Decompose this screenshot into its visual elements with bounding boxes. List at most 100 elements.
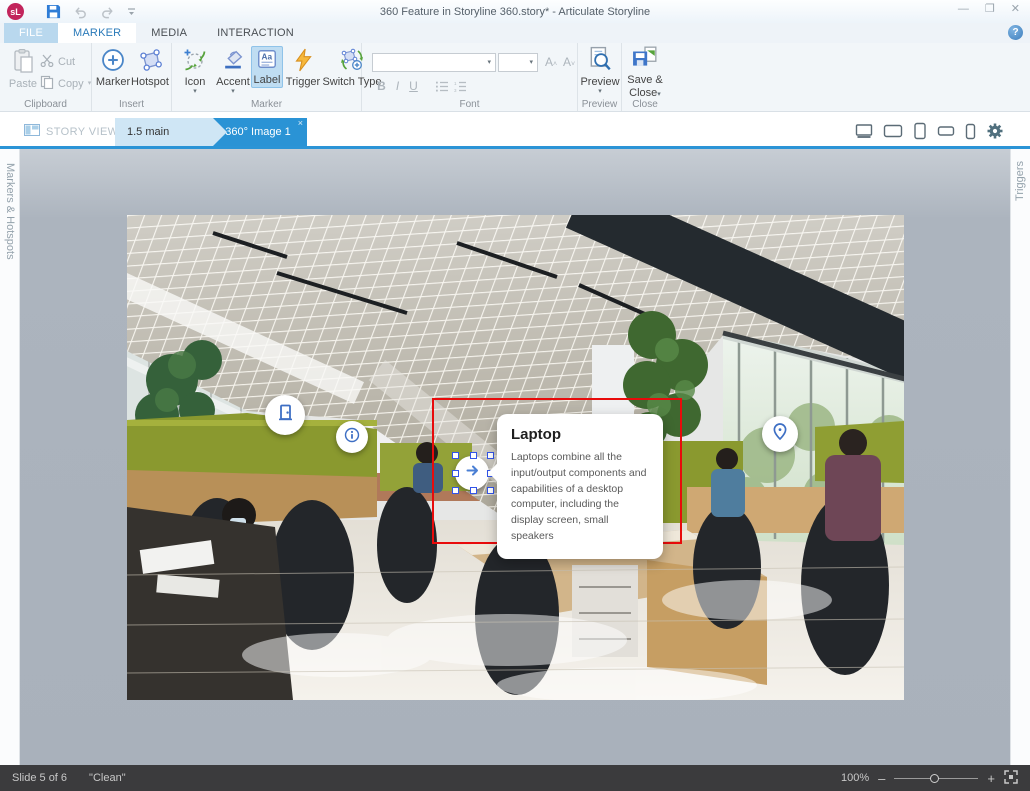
phone-landscape-icon[interactable] bbox=[937, 124, 955, 143]
insert-hotspot-label: Hotspot bbox=[131, 76, 169, 88]
tooltip-body: Laptops combine all the input/output com… bbox=[511, 451, 647, 542]
preview-button[interactable]: Preview ▾ bbox=[580, 46, 620, 95]
ribbon-tab-bar: FILE MARKER MEDIA INTERACTION ? bbox=[0, 23, 1030, 43]
font-family-select[interactable]: ▾ bbox=[372, 53, 496, 72]
resize-handle-nw[interactable] bbox=[452, 452, 459, 459]
clipboard-group: Paste Cut Copy ▾ Clipboard bbox=[0, 43, 92, 111]
marker-group: Icon ▾ Accent ▾ Aa Label Trigger Switch … bbox=[172, 43, 382, 111]
insert-group-label: Insert bbox=[118, 99, 144, 110]
font-size-select[interactable]: ▾ bbox=[498, 53, 538, 72]
tab-interaction[interactable]: INTERACTION bbox=[202, 23, 309, 43]
zoom-slider[interactable] bbox=[894, 773, 979, 783]
trigger-button-label: Trigger bbox=[285, 76, 321, 88]
door-marker[interactable] bbox=[265, 395, 305, 435]
preview-button-label: Preview bbox=[580, 76, 620, 88]
tablet-portrait-icon[interactable] bbox=[912, 122, 928, 145]
preview-group: Preview ▾ Preview bbox=[578, 43, 622, 111]
resize-handle-ne[interactable] bbox=[487, 452, 494, 459]
save-close-label-2-text: Close bbox=[629, 87, 658, 99]
bold-button[interactable]: B bbox=[374, 79, 389, 93]
tab-360-image-label: 360° Image 1 bbox=[225, 126, 291, 138]
shrink-font-button[interactable]: A˅ bbox=[563, 55, 575, 69]
resize-handle-se[interactable] bbox=[487, 487, 494, 494]
accent-button[interactable]: Accent ▾ bbox=[214, 48, 252, 95]
markers-hotspots-panel-tab[interactable]: Markers & Hotspots bbox=[0, 149, 20, 765]
copy-label: Copy bbox=[58, 77, 84, 90]
marker-label-tooltip[interactable]: Laptop Laptops combine all the input/out… bbox=[488, 414, 663, 559]
bullet-list-button[interactable] bbox=[436, 81, 449, 95]
story-view-button[interactable]: STORY VIEW bbox=[24, 124, 118, 139]
tablet-landscape-icon[interactable] bbox=[883, 123, 903, 144]
quick-access-toolbar bbox=[46, 4, 136, 19]
icon-swap-icon bbox=[183, 48, 207, 75]
marker-icon bbox=[101, 48, 125, 75]
cut-button[interactable]: Cut bbox=[40, 54, 75, 70]
copy-caret-icon: ▾ bbox=[87, 80, 92, 87]
storyline-logo[interactable]: sL bbox=[7, 3, 24, 20]
tab-file[interactable]: FILE bbox=[4, 23, 59, 43]
tab-marker[interactable]: MARKER bbox=[58, 23, 137, 43]
icon-button[interactable]: Icon ▾ bbox=[178, 48, 212, 95]
preview-caret-icon: ▾ bbox=[598, 88, 602, 95]
insert-marker-label: Marker bbox=[95, 76, 131, 88]
gear-icon[interactable] bbox=[986, 122, 1004, 145]
save-close-icon bbox=[632, 46, 658, 73]
save-and-close-button[interactable]: Save & Close▾ bbox=[625, 46, 665, 99]
resize-handle-sw[interactable] bbox=[452, 487, 459, 494]
cut-label: Cut bbox=[58, 56, 76, 68]
italic-button[interactable]: I bbox=[390, 79, 405, 93]
triggers-panel-tab[interactable]: Triggers bbox=[1010, 149, 1030, 765]
underline-button[interactable]: U bbox=[406, 79, 421, 93]
slide-counter: Slide 5 of 6 bbox=[12, 772, 68, 784]
zoom-in-button[interactable]: + bbox=[987, 772, 995, 785]
svg-text:1: 1 bbox=[454, 81, 457, 86]
numbered-list-button[interactable]: 13 bbox=[454, 81, 467, 95]
status-bar: Slide 5 of 6 "Clean" 100% – + bbox=[0, 765, 1030, 791]
paste-label: Paste bbox=[8, 78, 38, 90]
cut-icon bbox=[40, 54, 54, 70]
zoom-slider-knob[interactable] bbox=[930, 773, 940, 783]
insert-hotspot-button[interactable]: Hotspot bbox=[130, 48, 170, 88]
storyline-window: sL 360 Feature in Storyline 360.story* -… bbox=[0, 0, 1030, 791]
label-button[interactable]: Aa Label bbox=[251, 46, 283, 88]
customize-toolbar-icon[interactable] bbox=[127, 7, 136, 16]
icon-caret-icon: ▾ bbox=[193, 88, 197, 95]
resize-handle-s[interactable] bbox=[470, 487, 477, 494]
window-controls: — ❐ ✕ bbox=[958, 4, 1020, 15]
close-button[interactable]: ✕ bbox=[1011, 4, 1020, 15]
fit-to-window-icon[interactable] bbox=[1004, 769, 1018, 787]
location-pin-icon bbox=[769, 421, 791, 448]
insert-marker-button[interactable]: Marker bbox=[96, 48, 130, 88]
grow-font-button[interactable]: A˄ bbox=[545, 55, 557, 69]
tab-close-icon[interactable]: × bbox=[298, 118, 303, 128]
hotspot-icon bbox=[138, 48, 162, 75]
tab-media[interactable]: MEDIA bbox=[136, 23, 202, 43]
label-button-label: Label bbox=[253, 74, 281, 86]
zoom-controls: 100% – + bbox=[841, 769, 1018, 787]
save-icon[interactable] bbox=[46, 4, 61, 19]
help-icon[interactable]: ? bbox=[1008, 25, 1023, 40]
resize-handle-w[interactable] bbox=[452, 470, 459, 477]
story-view-icon bbox=[24, 124, 40, 139]
device-preview-bar bbox=[854, 122, 1004, 145]
save-close-label-1: Save & bbox=[627, 74, 663, 86]
resize-handle-n[interactable] bbox=[470, 452, 477, 459]
phone-portrait-icon[interactable] bbox=[964, 123, 977, 145]
restore-button[interactable]: ❐ bbox=[985, 4, 995, 15]
minimize-button[interactable]: — bbox=[958, 4, 969, 15]
switch-type-icon bbox=[340, 48, 364, 75]
undo-icon[interactable] bbox=[73, 5, 88, 19]
desktop-icon[interactable] bbox=[854, 123, 874, 144]
zoom-out-button[interactable]: – bbox=[878, 772, 885, 785]
redo-icon[interactable] bbox=[100, 5, 115, 19]
paste-button[interactable]: Paste bbox=[6, 48, 40, 90]
copy-button[interactable]: Copy ▾ bbox=[40, 75, 91, 92]
trigger-icon bbox=[292, 48, 314, 75]
info-icon bbox=[343, 426, 361, 449]
tab-scene-main[interactable]: 1.5 main bbox=[115, 118, 227, 146]
svg-text:Aa: Aa bbox=[262, 53, 273, 62]
bold-label: B bbox=[377, 79, 386, 93]
location-pin-marker[interactable] bbox=[762, 416, 798, 452]
trigger-button[interactable]: Trigger bbox=[286, 48, 320, 88]
info-marker[interactable] bbox=[336, 421, 368, 453]
